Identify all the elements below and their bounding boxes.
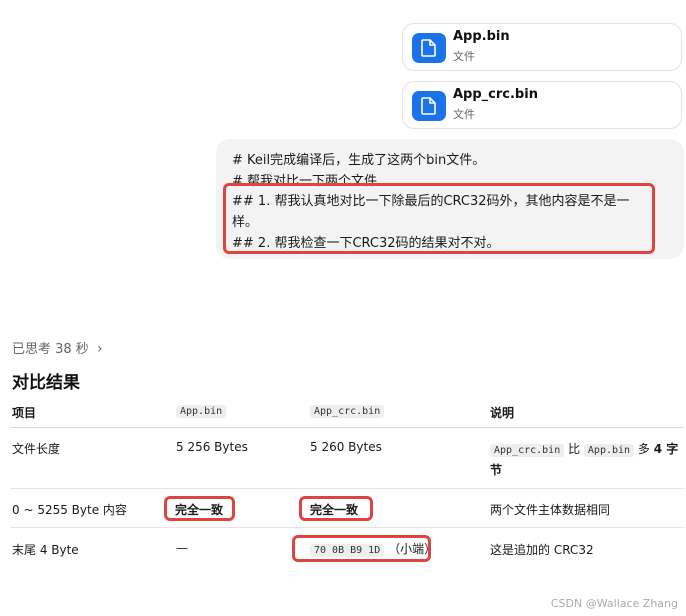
highlight-box-app-bin-match <box>164 496 235 521</box>
watermark: CSDN @Wallace Zhang <box>550 597 678 610</box>
attachment-card-app-crc-bin[interactable]: App_crc.bin 文件 <box>402 81 682 129</box>
table-divider <box>10 527 684 528</box>
table-cell-note: 两个文件主体数据相同 <box>490 503 611 517</box>
table-cell-app-bin: 5 256 Bytes <box>176 440 248 454</box>
thought-label: 已思考 38 秒 <box>12 342 89 357</box>
attachment-type: 文件 <box>453 50 475 63</box>
table-header-item: 项目 <box>12 406 37 420</box>
highlight-box-crc-value <box>292 535 431 562</box>
table-cell-note: App_crc.bin 比 App.bin 多 4 字 <box>490 440 678 457</box>
chevron-right-icon: › <box>96 341 103 357</box>
file-icon <box>412 33 446 63</box>
section-title: 对比结果 <box>12 373 80 393</box>
table-header-note: 说明 <box>490 406 515 420</box>
table-cell-item: 0 ~ 5255 Byte 内容 <box>12 503 127 517</box>
attachment-type: 文件 <box>453 108 475 121</box>
table-divider <box>10 427 684 428</box>
table-cell-app-crc-bin: 5 260 Bytes <box>310 440 382 454</box>
highlight-box-question <box>223 183 655 254</box>
file-icon <box>412 91 446 121</box>
highlight-box-app-crc-match <box>299 496 373 521</box>
thought-toggle[interactable]: 已思考 38 秒 › <box>12 338 103 357</box>
message-line: # Keil完成编译后，生成了这两个bin文件。 <box>232 153 486 168</box>
attachment-name: App.bin <box>453 29 510 44</box>
table-cell-note: 这是追加的 CRC32 <box>490 543 594 557</box>
table-cell-app-bin: — <box>176 541 188 555</box>
table-divider <box>10 488 684 489</box>
table-header-app-bin: App.bin <box>176 403 227 418</box>
attachment-card-app-bin[interactable]: App.bin 文件 <box>402 23 682 71</box>
table-cell-item: 末尾 4 Byte <box>12 543 79 557</box>
table-cell-note-wrap: 节 <box>490 463 503 477</box>
attachment-name: App_crc.bin <box>453 87 538 102</box>
table-cell-item: 文件长度 <box>12 442 61 456</box>
table-header-app-crc-bin: App_crc.bin <box>310 403 385 418</box>
